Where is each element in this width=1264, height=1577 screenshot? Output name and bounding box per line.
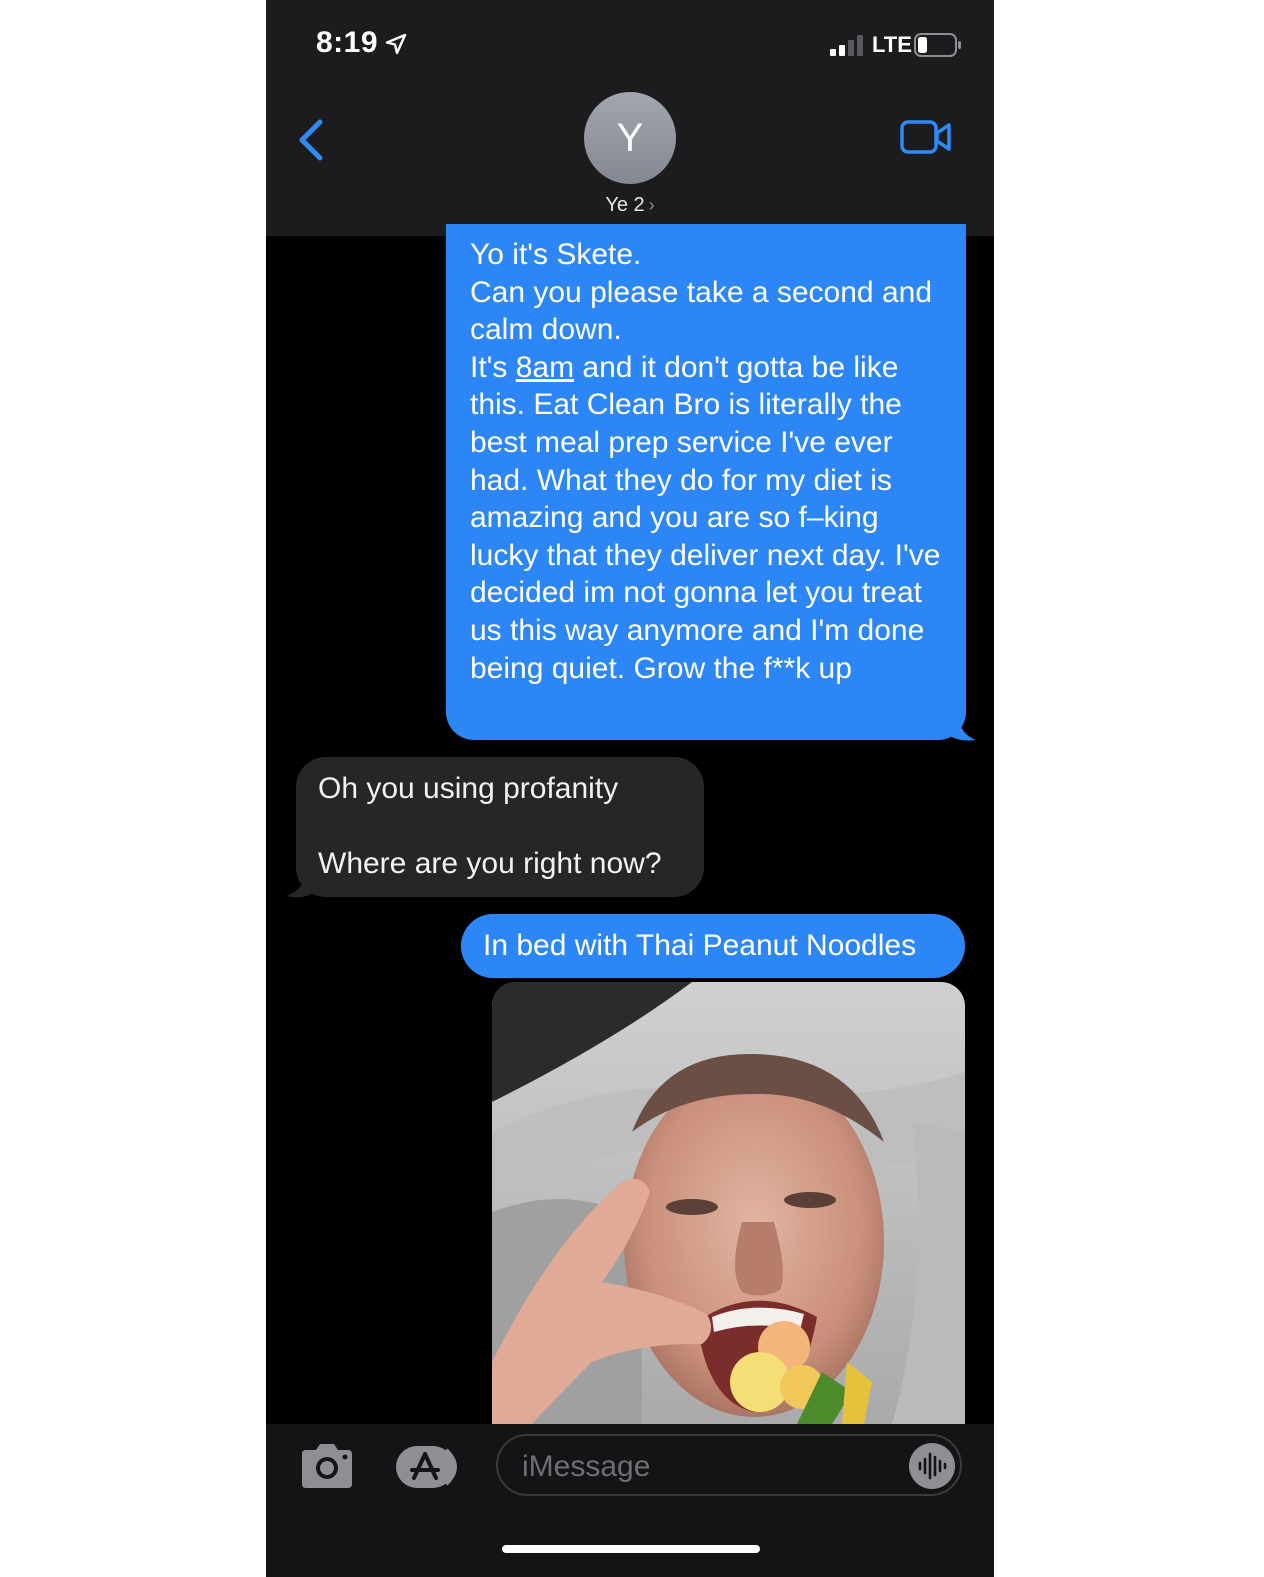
message-input[interactable]: iMessage (496, 1434, 962, 1496)
battery-icon (914, 33, 961, 57)
video-camera-icon[interactable] (900, 118, 952, 156)
message-text: Oh you using profanity Where are you rig… (318, 772, 662, 881)
camera-icon[interactable] (298, 1442, 356, 1490)
message-text: Yo it's Skete. (470, 238, 642, 271)
contact-name-link[interactable]: Ye 2 › (566, 194, 694, 217)
audio-waveform-icon[interactable] (908, 1442, 956, 1490)
outgoing-message-bubble[interactable]: Yo it's Skete. Can you please take a sec… (446, 224, 966, 740)
message-input-placeholder: iMessage (522, 1450, 651, 1483)
status-time: 8:19 (316, 26, 379, 59)
contact-name: Ye 2 (605, 194, 645, 216)
time-link[interactable]: 8am (516, 351, 574, 384)
message-text: In bed with Thai Peanut Noodles (483, 929, 917, 962)
outgoing-message-bubble[interactable]: In bed with Thai Peanut Noodles (461, 914, 965, 978)
photo-attachment[interactable] (492, 982, 965, 1424)
network-type: LTE (872, 32, 912, 57)
navigation-header: 8:19 LTE Y Ye 2 › (266, 0, 994, 236)
avatar-initial: Y (616, 115, 644, 160)
selfie-photo (492, 982, 965, 1424)
compose-bar: iMessage (266, 1424, 994, 1577)
contact-avatar[interactable]: Y (584, 92, 676, 184)
signal-icon (830, 35, 863, 56)
message-text: and it don't gotta be like this. Eat Cle… (470, 350, 941, 685)
incoming-message-bubble[interactable]: Oh you using profanity Where are you rig… (296, 757, 704, 897)
chevron-right-icon: › (648, 195, 655, 215)
app-store-icon[interactable] (394, 1442, 466, 1492)
message-text: Can you please take a second and calm do… (470, 275, 932, 347)
message-text: It's (470, 350, 516, 384)
back-chevron-icon[interactable] (296, 118, 326, 162)
bubble-tail (950, 716, 976, 741)
location-arrow-icon (385, 33, 407, 55)
bubble-tail (286, 872, 314, 898)
home-indicator[interactable] (502, 1545, 760, 1553)
messages-screen: 8:19 LTE Y Ye 2 › Yo it's Skete. Can you… (266, 0, 994, 1577)
